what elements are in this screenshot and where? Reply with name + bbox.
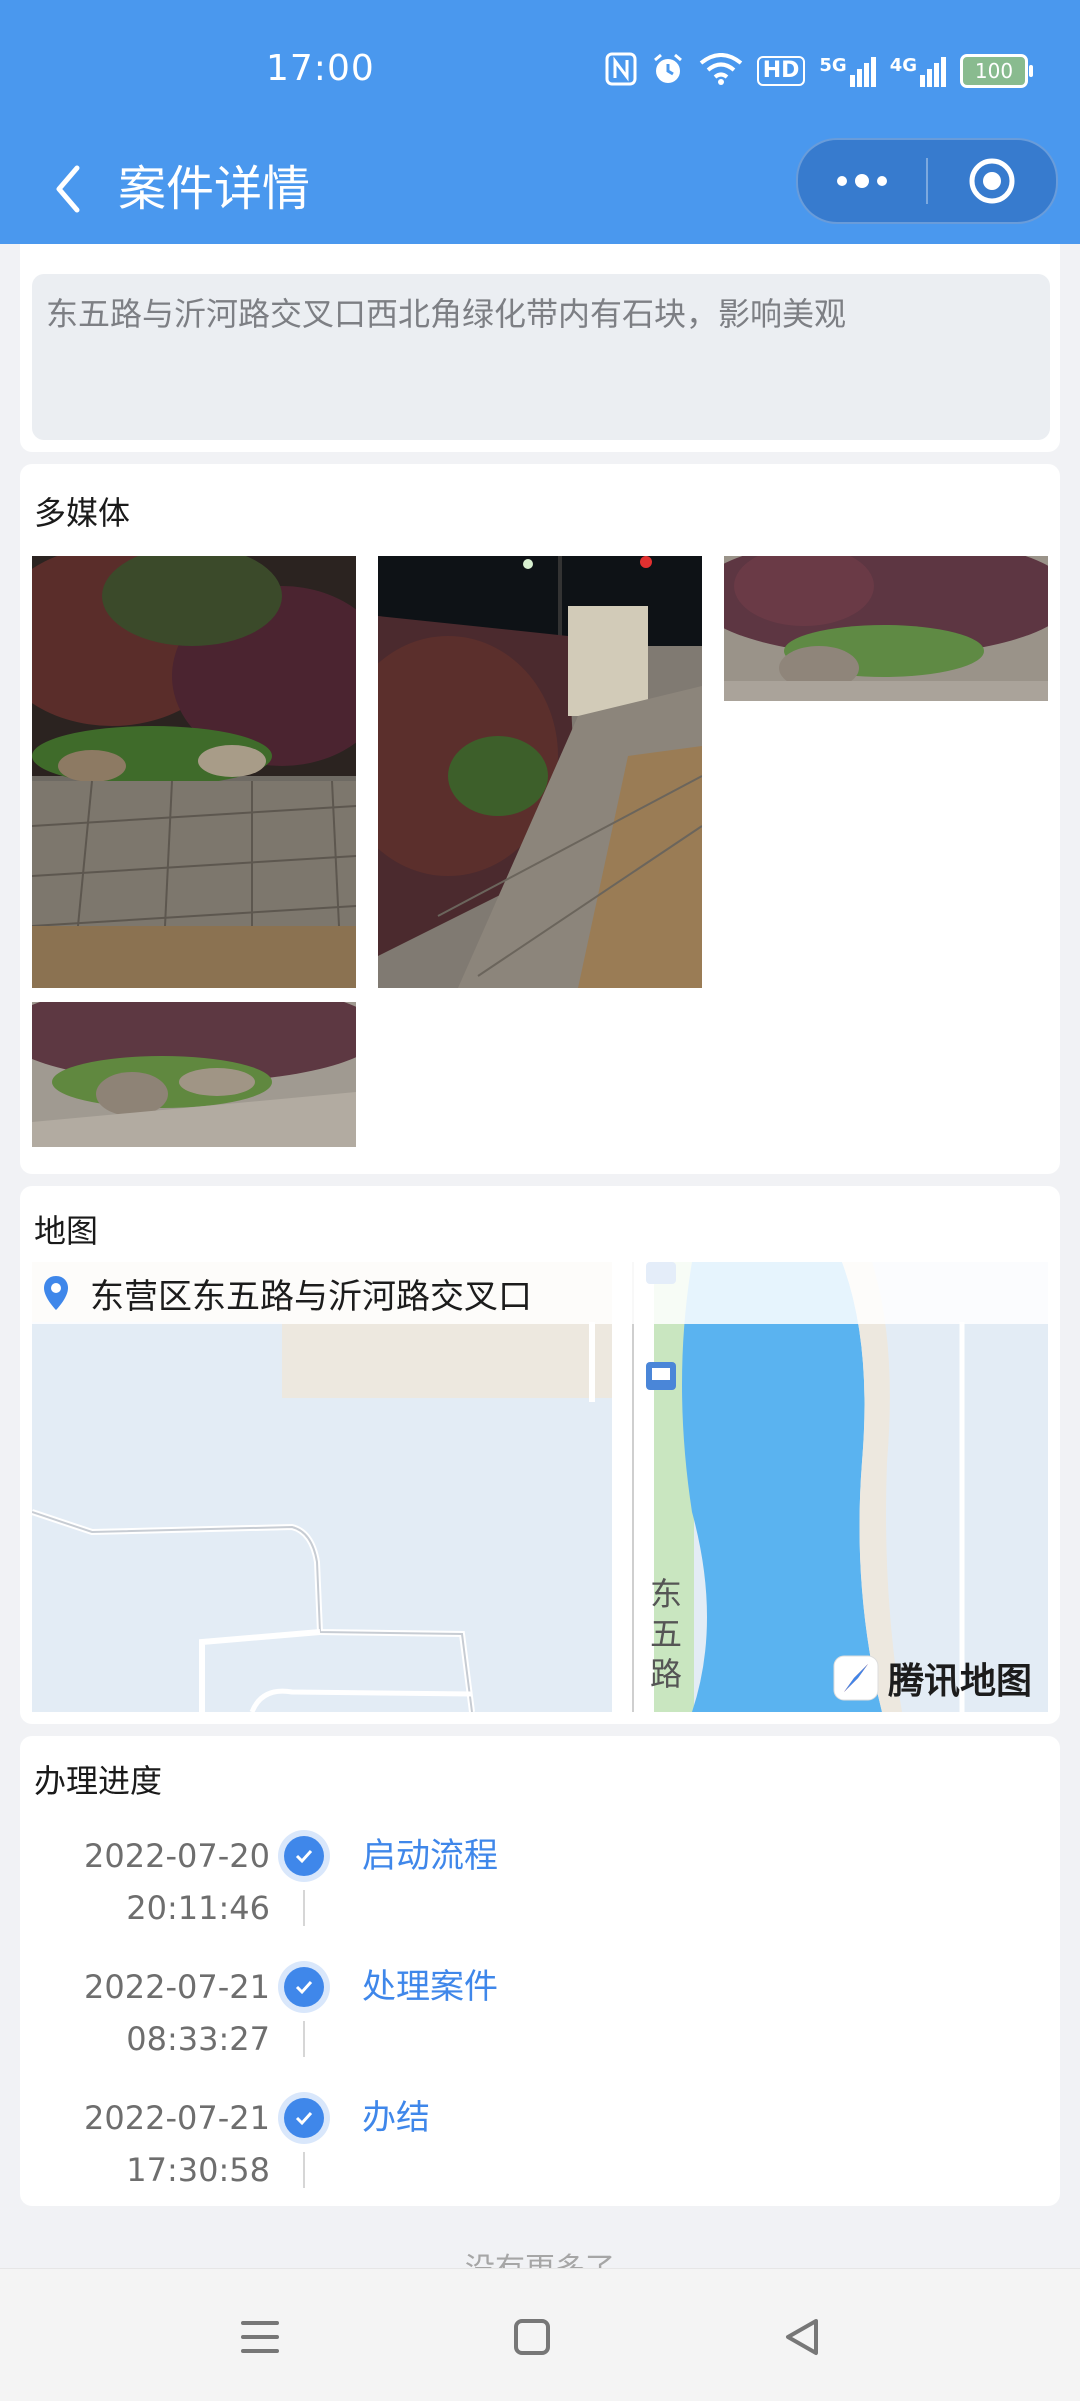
menu-icon (241, 2321, 279, 2353)
status-time: 17:00 (266, 48, 375, 89)
signal-4g-icon: 4G (890, 55, 946, 87)
timeline-connector (303, 2021, 305, 2057)
back-triangle-icon (786, 2319, 818, 2355)
hd-icon: HD (756, 56, 806, 86)
map-title: 地图 (34, 1212, 99, 1250)
map-road-label: 东五路 (650, 1575, 683, 1693)
target-circle-icon (969, 158, 1015, 204)
menu-button[interactable] (220, 2297, 300, 2377)
media-title: 多媒体 (34, 494, 131, 532)
description-card: 东五路与沂河路交叉口西北角绿化带内有石块，影响美观 (20, 244, 1060, 452)
back-nav-button[interactable] (762, 2297, 842, 2377)
compass-icon (833, 1655, 879, 1701)
progress-card: 办理进度 2022-07-20 20:11:46 启动流程 2022-07-21… (20, 1736, 1060, 2206)
nav-bar: 案件详情 (0, 134, 1080, 244)
progress-title: 办理进度 (34, 1762, 163, 1800)
check-circle-icon (278, 2092, 330, 2144)
back-button[interactable] (38, 154, 98, 224)
page-title: 案件详情 (118, 161, 311, 217)
progress-step: 2022-07-21 08:33:27 处理案件 (20, 1961, 1060, 2091)
map-address: 东营区东五路与沂河路交叉口 (90, 1276, 532, 1317)
map-card: 地图 东五路 东营区东五路与沂河路交叉口 腾讯地图 (20, 1186, 1060, 1724)
more-dots-icon (837, 174, 887, 188)
step-date: 2022-07-21 (84, 1968, 270, 2006)
step-time: 08:33:27 (126, 2020, 270, 2058)
progress-step: 2022-07-20 20:11:46 启动流程 (20, 1830, 1060, 1960)
timeline-connector (303, 2152, 305, 2188)
map-provider-logo: 腾讯地图 (832, 1652, 1032, 1704)
step-datetime: 2022-07-20 20:11:46 (84, 1830, 270, 1934)
map-view[interactable]: 东五路 东营区东五路与沂河路交叉口 腾讯地图 (32, 1262, 1048, 1712)
step-time: 17:30:58 (126, 2151, 270, 2189)
more-button[interactable] (798, 140, 926, 222)
chevron-left-icon (56, 165, 80, 213)
description-field: 东五路与沂河路交叉口西北角绿化带内有石块，影响美观 (32, 274, 1050, 440)
signal-5g-icon: 5G (819, 55, 876, 87)
photo-1[interactable] (32, 556, 356, 988)
battery-icon: 100 (960, 54, 1033, 88)
timeline-connector (303, 1890, 305, 1926)
miniprogram-capsule (796, 138, 1058, 224)
step-label: 启动流程 (362, 1836, 498, 1876)
media-card: 多媒体 (20, 464, 1060, 1174)
step-datetime: 2022-07-21 17:30:58 (84, 2092, 270, 2196)
step-time: 20:11:46 (126, 1889, 270, 1927)
home-button[interactable] (492, 2297, 572, 2377)
check-circle-icon (278, 1961, 330, 2013)
photo-4[interactable] (32, 1002, 356, 1147)
step-label: 处理案件 (362, 1967, 498, 2007)
map-provider-name: 腾讯地图 (887, 1661, 1032, 1702)
close-miniprogram-button[interactable] (928, 140, 1056, 222)
step-date: 2022-07-20 (84, 1837, 270, 1875)
photo-3[interactable] (724, 556, 1048, 701)
system-nav-bar (0, 2268, 1080, 2401)
wifi-icon (699, 53, 743, 89)
check-circle-icon (278, 1830, 330, 1882)
step-label: 办结 (362, 2098, 430, 2138)
nfc-icon (605, 52, 637, 90)
step-date: 2022-07-21 (84, 2099, 270, 2137)
status-icons: HD 5G 4G 100 (605, 52, 1033, 90)
location-pin-icon (42, 1274, 70, 1312)
progress-step: 2022-07-21 17:30:58 办结 (20, 2092, 1060, 2222)
status-bar: 17:00 HD 5G 4G 100 (0, 0, 1080, 134)
photo-2[interactable] (378, 556, 702, 988)
map-address-bar: 东营区东五路与沂河路交叉口 (32, 1262, 1048, 1324)
home-square-icon (514, 2319, 550, 2355)
alarm-icon (651, 52, 685, 90)
step-datetime: 2022-07-21 08:33:27 (84, 1961, 270, 2065)
